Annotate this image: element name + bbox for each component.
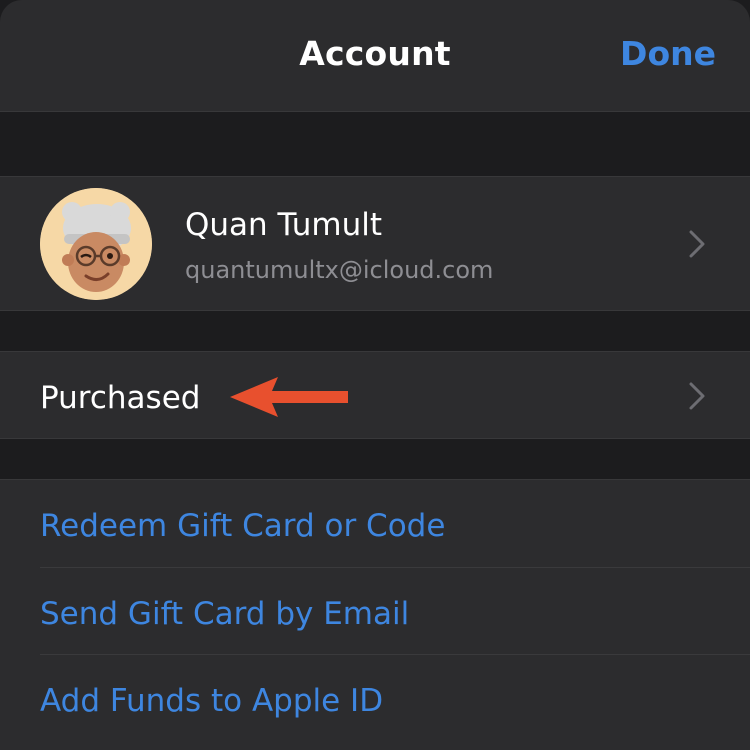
red-arrow-pointer-icon [230,377,348,417]
add-funds-button[interactable]: Add Funds to Apple ID [40,655,750,742]
actions-list: Redeem Gift Card or Code Send Gift Card … [0,479,750,750]
link-label: Add Funds to Apple ID [40,683,384,719]
account-sheet: Account Done Quan Tumult quantumultx@icl… [0,0,750,750]
done-button[interactable]: Done [620,34,716,73]
profile-email: quantumultx@icloud.com [185,256,494,284]
section-spacer [0,439,750,479]
section-spacer [0,311,750,351]
chevron-right-icon [689,382,705,410]
purchased-label: Purchased [40,380,201,416]
link-label: Send Gift Card by Email [40,596,410,632]
purchased-row[interactable]: Purchased [0,351,750,439]
section-spacer [0,112,750,176]
profile-name: Quan Tumult [185,207,383,243]
memoji-avatar-icon [40,188,152,300]
navigation-bar: Account Done [0,0,750,112]
link-label: Redeem Gift Card or Code [40,508,446,544]
send-gift-card-button[interactable]: Send Gift Card by Email [40,568,750,655]
profile-row[interactable]: Quan Tumult quantumultx@icloud.com [0,176,750,311]
chevron-right-icon [689,230,705,258]
redeem-gift-card-button[interactable]: Redeem Gift Card or Code [40,480,750,567]
